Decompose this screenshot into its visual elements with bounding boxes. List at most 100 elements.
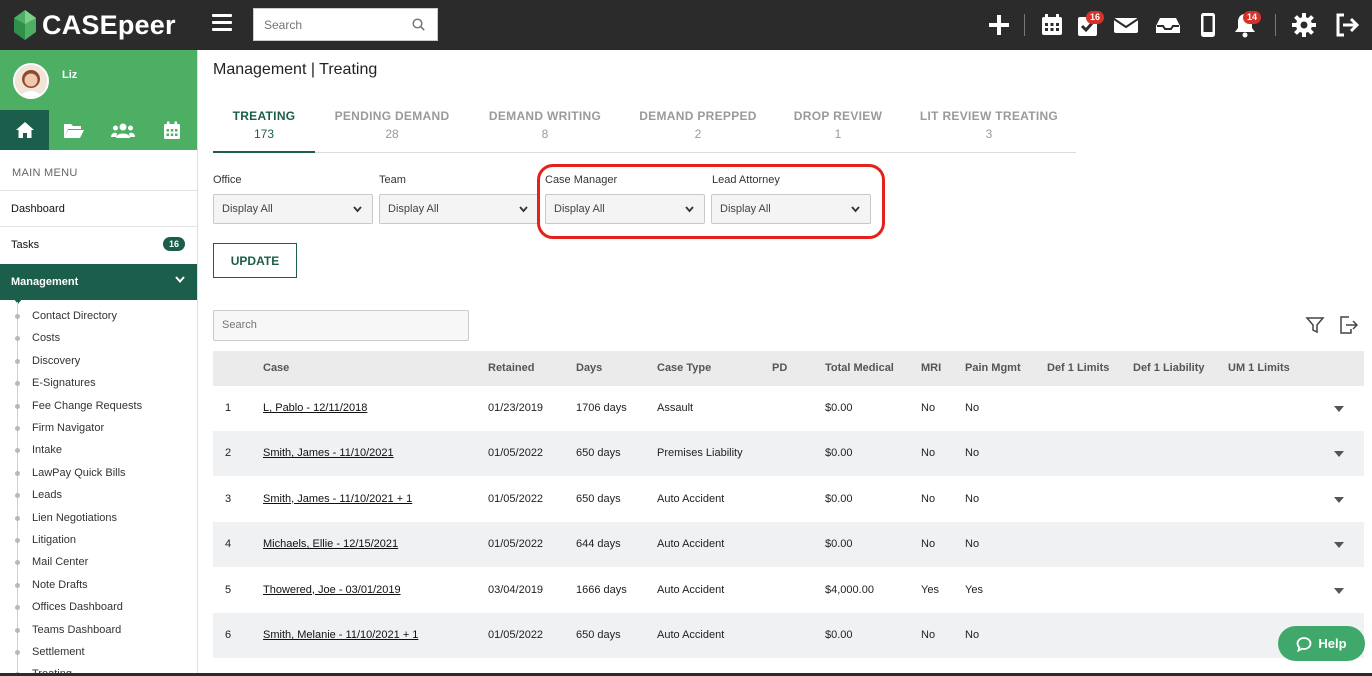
submenu-item[interactable]: Intake [32,444,62,456]
submenu-item[interactable]: Firm Navigator [32,422,104,434]
quicknav-home-button[interactable] [0,110,50,150]
table-cell: 01/05/2022 [488,447,544,460]
sidebar-item-tasks[interactable]: Tasks 16 [0,226,197,262]
tasks-badge: 16 [1086,11,1105,24]
logo[interactable]: CASEpeer [14,6,176,44]
export-icon[interactable] [1338,315,1358,335]
table-row[interactable]: 5 Thowered, Joe - 03/01/2019 03/04/2019 166… [213,568,1364,613]
table-row[interactable]: 1 L, Pablo - 12/11/2018 01/23/2019 1706 day… [213,386,1364,431]
table-cell: $0.00 [825,492,853,505]
inbox-icon[interactable] [1155,12,1181,38]
submenu-item[interactable]: Lien Negotiations [32,512,117,524]
submenu-bullet [15,650,20,655]
case-link[interactable]: Smith, Melanie - 11/10/2021 + 1 [263,629,418,641]
table-row[interactable]: 2 Smith, James - 11/10/2021 01/05/2022 650 … [213,431,1364,477]
table-row[interactable]: 3 Smith, James - 11/10/2021 + 1 01/05/2022… [213,477,1364,522]
case-link[interactable]: Thowered, Joe - 03/01/2019 [263,584,401,596]
case-link[interactable]: L, Pablo - 12/11/2018 [263,402,367,414]
calendar-icon [164,121,181,139]
table-cell: 1706 days [576,402,627,414]
tab-drop-review[interactable]: DROP REVIEW 1 [790,104,886,153]
submenu-item[interactable]: Note Drafts [32,579,88,591]
submenu-item[interactable]: Offices Dashboard [32,601,123,613]
team-select[interactable]: Display All [379,194,539,224]
expand-caret-icon[interactable] [1334,496,1344,503]
table-cell: No [921,629,936,641]
table-search[interactable] [213,310,469,341]
office-select[interactable]: Display All [213,194,373,224]
mail-icon[interactable] [1113,12,1139,38]
column-header[interactable]: Case Type [657,362,711,374]
tab-demand-writing[interactable]: DEMAND WRITING 8 [481,104,609,153]
table-cell: No [965,402,980,414]
logout-icon[interactable] [1334,12,1360,38]
avatar[interactable] [13,63,49,99]
submenu-bullet [15,493,20,499]
submenu-item[interactable]: Costs [32,332,60,344]
quicknav-contacts-button[interactable] [99,110,148,150]
sidebar-item-management[interactable]: Management [0,264,197,300]
status-tabs: TREATING 173 PENDING DEMAND 28 DEMAND WR… [213,104,1076,153]
sidebar-item-label: Dashboard [11,202,65,215]
tab-treating[interactable]: TREATING 173 [213,104,315,153]
tab-pending-demand[interactable]: PENDING DEMAND 28 [328,104,456,153]
expand-caret-icon[interactable] [1334,451,1344,458]
help-button[interactable]: Help [1278,626,1365,661]
submenu-item[interactable]: E-Signatures [32,377,96,389]
global-search-input[interactable] [254,17,404,32]
submenu-item[interactable]: Teams Dashboard [32,624,121,636]
column-header[interactable]: Total Medical [825,362,894,374]
column-header[interactable]: Def 1 Liability [1133,362,1205,374]
table-cell: No [921,447,936,460]
tab-count: 28 [385,127,399,141]
submenu-bullet [15,314,20,319]
column-header[interactable]: Days [576,362,602,374]
column-header[interactable]: UM 1 Limits [1228,362,1290,374]
table-row[interactable]: 6 Smith, Melanie - 11/10/2021 + 1 01/05/20… [213,613,1364,658]
table-search-input[interactable] [214,311,454,339]
column-header[interactable]: MRI [921,362,941,374]
hamburger-menu-icon[interactable] [212,14,232,34]
column-header[interactable]: Def 1 Limits [1047,362,1109,374]
quicknav-calendar-button[interactable] [148,110,197,150]
expand-caret-icon[interactable] [1334,406,1344,412]
submenu-item[interactable]: Contact Directory [32,310,117,322]
add-icon[interactable] [986,12,1012,38]
column-header[interactable]: Retained [488,362,534,374]
case-link[interactable]: Michaels, Ellie - 12/15/2021 [263,538,398,550]
expand-caret-icon[interactable] [1334,587,1344,594]
column-header[interactable]: PD [772,362,787,374]
quicknav-cases-button[interactable] [49,110,98,150]
tab-label: LIT REVIEW TREATING [919,109,1059,123]
tab-demand-prepped[interactable]: DEMAND PREPPED 2 [633,104,763,153]
table-cell: 01/23/2019 [488,402,544,414]
sidebar-item-label: Tasks [11,238,40,251]
submenu-item[interactable]: Litigation [32,534,76,546]
select-value: Display All [222,203,273,215]
case-link[interactable]: Smith, James - 11/10/2021 [263,447,394,459]
submenu-item[interactable]: Mail Center [32,556,88,568]
calendar-icon[interactable] [1039,12,1065,38]
submenu-item[interactable]: Fee Change Requests [32,400,142,412]
submenu-item[interactable]: Discovery [32,355,80,367]
sidebar-item-dashboard[interactable]: Dashboard [0,190,197,226]
table-cell: 01/05/2022 [488,492,544,505]
column-header[interactable]: Case [263,362,289,374]
column-header[interactable]: Pain Mgmt [965,362,1021,374]
search-icon[interactable] [412,18,425,31]
case-link[interactable]: Smith, James - 11/10/2021 + 1 [263,493,412,505]
table-cell: 4 [225,538,232,551]
settings-gear-icon[interactable] [1291,12,1317,38]
table-row[interactable]: 4 Michaels, Ellie - 12/15/2021 01/05/2022 6… [213,522,1364,568]
expand-caret-icon[interactable] [1334,542,1344,549]
tab-count: 173 [253,127,275,141]
tab-lit-review-treating[interactable]: LIT REVIEW TREATING 3 [915,104,1063,153]
logo-leaf-icon [14,10,36,40]
mobile-phone-icon[interactable] [1195,12,1221,38]
global-search[interactable] [253,8,438,41]
submenu-item[interactable]: Leads [32,489,62,501]
submenu-item[interactable]: Settlement [32,646,85,658]
update-button[interactable]: UPDATE [213,243,297,278]
submenu-item[interactable]: LawPay Quick Bills [32,467,126,479]
filter-icon[interactable] [1305,315,1325,335]
